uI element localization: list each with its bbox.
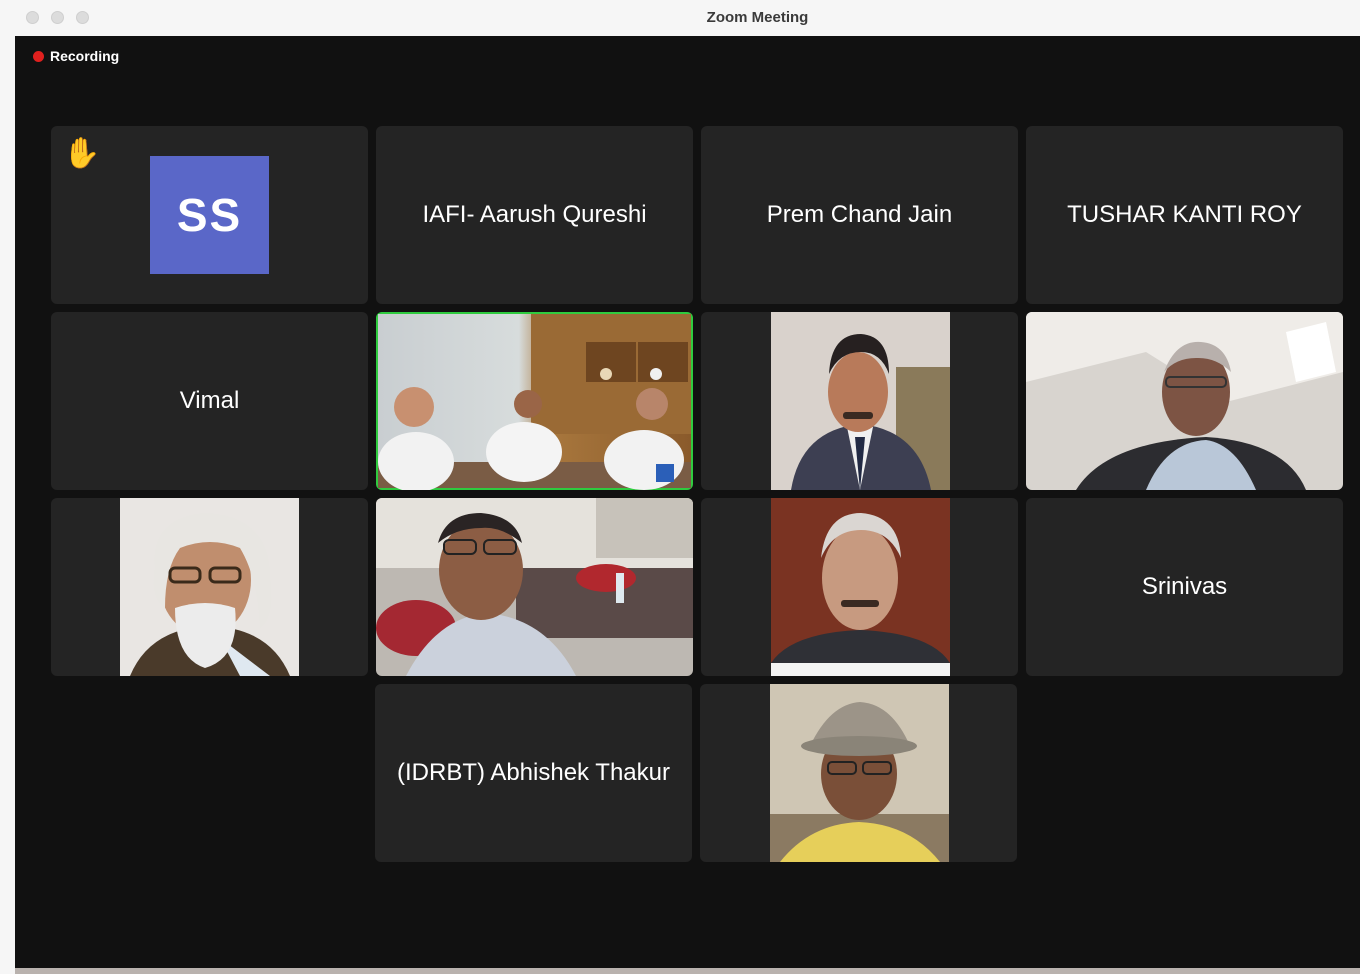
- participant-video-tile[interactable]: [700, 684, 1017, 862]
- meeting-room-video: [378, 314, 691, 490]
- participant-name: Vimal: [179, 387, 240, 414]
- avatar: SS: [150, 156, 269, 274]
- recording-indicator[interactable]: Recording: [33, 48, 119, 64]
- participant-video-tile[interactable]: [701, 312, 1018, 490]
- participant-tile[interactable]: Srinivas: [1026, 498, 1343, 676]
- participant-tile[interactable]: IAFI- Aarush Qureshi: [376, 126, 693, 304]
- desktop-background-strip: [15, 968, 1360, 974]
- participant-tile[interactable]: Vimal: [51, 312, 368, 490]
- participant-name: TUSHAR KANTI ROY: [1067, 201, 1302, 228]
- meeting-gallery-view: Recording ✋ SS IAFI- Aarush Qureshi Prem…: [15, 36, 1360, 968]
- window-titlebar: Zoom Meeting: [15, 0, 1360, 36]
- participant-video-tile[interactable]: [51, 498, 368, 676]
- participant-tile[interactable]: TUSHAR KANTI ROY: [1026, 126, 1343, 304]
- office-video: [1026, 312, 1343, 490]
- participant-video-tile[interactable]: [376, 498, 693, 676]
- participant-name: IAFI- Aarush Qureshi: [422, 201, 647, 228]
- raised-hand-icon: ✋: [63, 137, 101, 170]
- participant-tile[interactable]: Prem Chand Jain: [701, 126, 1018, 304]
- participant-photo: [771, 498, 950, 676]
- participant-photo: [120, 498, 299, 676]
- participant-photo: [770, 684, 949, 862]
- participant-video-tile[interactable]: [1026, 312, 1343, 490]
- participant-name: (IDRBT) Abhishek Thakur: [397, 759, 670, 786]
- participant-name: Srinivas: [1141, 573, 1228, 600]
- participant-video-tile-active-speaker[interactable]: [376, 312, 693, 490]
- window-title: Zoom Meeting: [706, 9, 809, 26]
- participant-video-tile[interactable]: [701, 498, 1018, 676]
- participant-name: Prem Chand Jain: [766, 201, 953, 228]
- office-video: [376, 498, 693, 676]
- participant-tile[interactable]: ✋ SS: [51, 126, 368, 304]
- recording-dot-icon: [33, 50, 44, 62]
- recording-label: Recording: [50, 48, 120, 64]
- participant-photo: [771, 312, 950, 490]
- participant-tile[interactable]: (IDRBT) Abhishek Thakur: [375, 684, 692, 862]
